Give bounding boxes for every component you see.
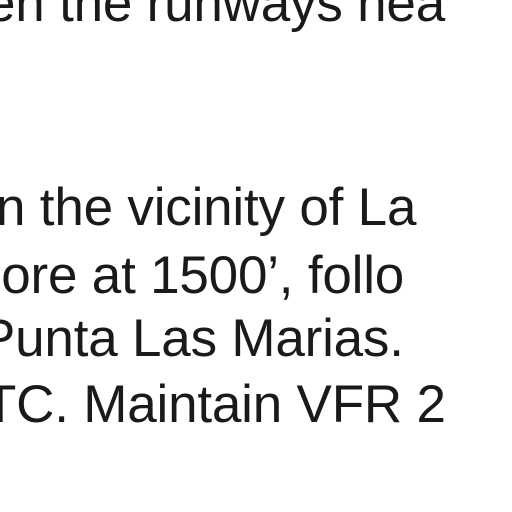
text-line-2: n the vicinity of La — [0, 178, 417, 237]
document-page: en the runways nea n the vicinity of La … — [0, 0, 512, 512]
text-line-3: nore at 1500’, follo — [0, 246, 405, 305]
text-line-5: TC. Maintain VFR 2 — [0, 375, 446, 434]
text-line-1: en the runways nea — [0, 0, 445, 33]
text-line-4: Punta Las Marias. — [0, 309, 404, 368]
